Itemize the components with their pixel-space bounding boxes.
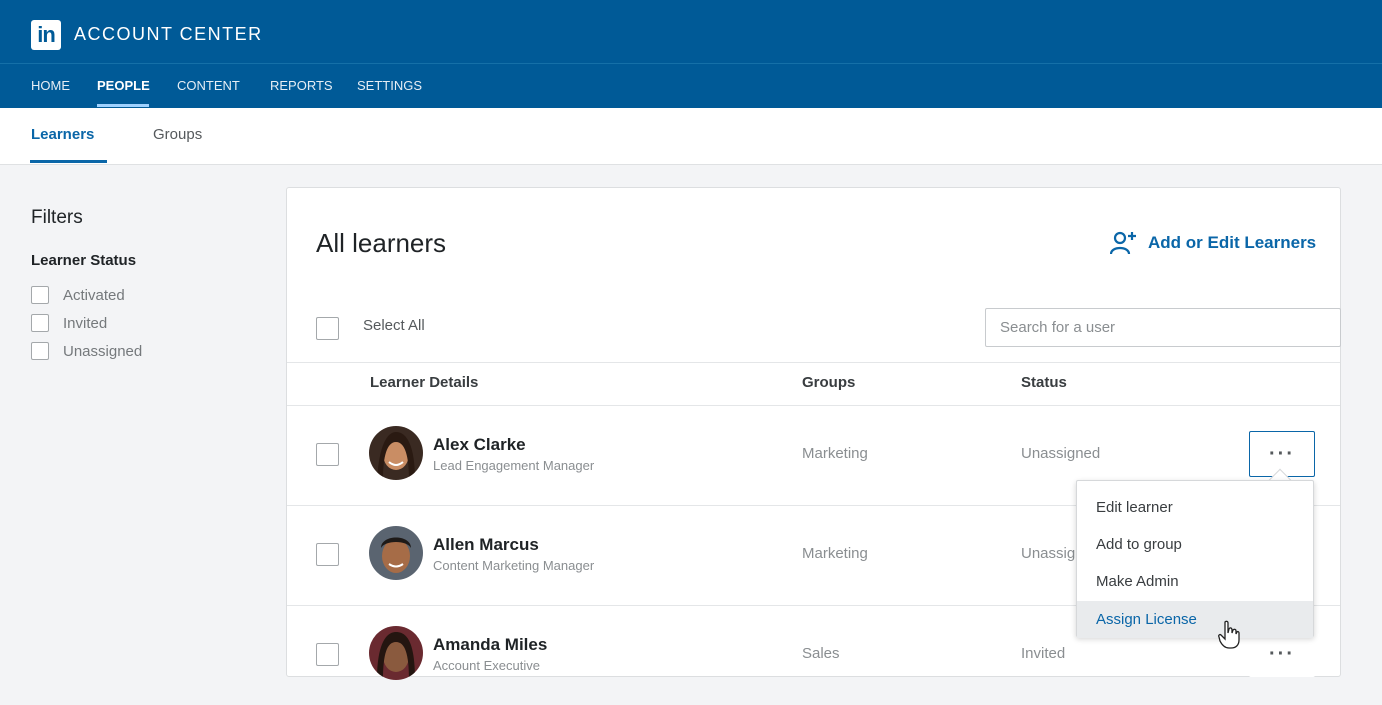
learner-title: Lead Engagement Manager xyxy=(433,458,595,473)
ellipsis-icon: ··· xyxy=(1269,443,1295,465)
menu-item-assign-license[interactable]: Assign License xyxy=(1077,601,1313,638)
tab-groups[interactable]: Groups xyxy=(153,126,202,143)
ellipsis-icon: ··· xyxy=(1269,643,1295,665)
page-title: All learners xyxy=(316,228,447,258)
tab-learners[interactable]: Learners xyxy=(31,126,94,143)
filter-activated[interactable]: Activated xyxy=(31,285,125,305)
filter-checkbox[interactable] xyxy=(31,342,49,360)
linkedin-logo[interactable]: in xyxy=(31,20,61,50)
add-edit-learners-button[interactable]: Add or Edit Learners xyxy=(1110,228,1316,258)
tab-active-indicator xyxy=(30,160,107,163)
learner-group: Marketing xyxy=(802,445,868,462)
search-input[interactable] xyxy=(985,308,1341,347)
add-edit-label: Add or Edit Learners xyxy=(1148,233,1317,252)
column-header-details: Learner Details xyxy=(370,374,479,391)
menu-item-add-to-group[interactable]: Add to group xyxy=(1077,526,1313,563)
filter-invited[interactable]: Invited xyxy=(31,313,107,333)
filter-group-title: Learner Status xyxy=(31,252,137,269)
learner-status: Unassigned xyxy=(1021,445,1101,462)
filter-checkbox[interactable] xyxy=(31,286,49,304)
nav-settings[interactable]: SETTINGS xyxy=(357,64,422,108)
nav-reports[interactable]: REPORTS xyxy=(270,64,333,108)
select-all-checkbox[interactable] xyxy=(316,317,339,340)
nav-content[interactable]: CONTENT xyxy=(177,64,240,108)
sub-tabs: Learners Groups xyxy=(0,108,1382,165)
filter-label: Invited xyxy=(63,314,108,332)
nav-people[interactable]: PEOPLE xyxy=(97,64,150,108)
select-all-label: Select All xyxy=(363,317,425,334)
nav-home[interactable]: HOME xyxy=(31,64,70,108)
row-checkbox[interactable] xyxy=(316,543,339,566)
row-checkbox[interactable] xyxy=(316,643,339,666)
filter-unassigned[interactable]: Unassigned xyxy=(31,341,142,361)
learner-group: Sales xyxy=(802,645,840,662)
menu-item-edit-learner[interactable]: Edit learner xyxy=(1077,489,1313,526)
filters-title: Filters xyxy=(31,207,83,228)
filter-label: Unassigned xyxy=(63,342,143,360)
divider xyxy=(287,362,1340,363)
avatar xyxy=(369,626,423,680)
app-title: ACCOUNT CENTER xyxy=(74,24,263,44)
learner-name[interactable]: Alex Clarke xyxy=(433,435,526,455)
filter-checkbox[interactable] xyxy=(31,314,49,332)
nav-active-indicator xyxy=(97,104,149,107)
row-checkbox[interactable] xyxy=(316,443,339,466)
learner-status: Invited xyxy=(1021,645,1066,662)
learner-group: Marketing xyxy=(802,545,868,562)
main-nav: HOME PEOPLE CONTENT REPORTS SETTINGS xyxy=(0,63,1382,108)
avatar xyxy=(369,526,423,580)
learner-title: Content Marketing Manager xyxy=(433,558,595,573)
column-header-groups: Groups xyxy=(802,374,856,391)
learner-title: Account Executive xyxy=(433,658,540,673)
top-header: in ACCOUNT CENTER xyxy=(0,0,1382,63)
add-user-icon xyxy=(1110,231,1136,255)
menu-item-make-admin[interactable]: Make Admin xyxy=(1077,563,1313,600)
column-header-status: Status xyxy=(1021,374,1067,391)
hand-cursor-icon xyxy=(1218,620,1240,649)
learner-name[interactable]: Allen Marcus xyxy=(433,535,539,555)
row-actions-menu: Edit learner Add to group Make Admin Ass… xyxy=(1076,480,1314,638)
avatar xyxy=(369,426,423,480)
learner-name[interactable]: Amanda Miles xyxy=(433,635,547,655)
filter-label: Activated xyxy=(63,286,125,304)
